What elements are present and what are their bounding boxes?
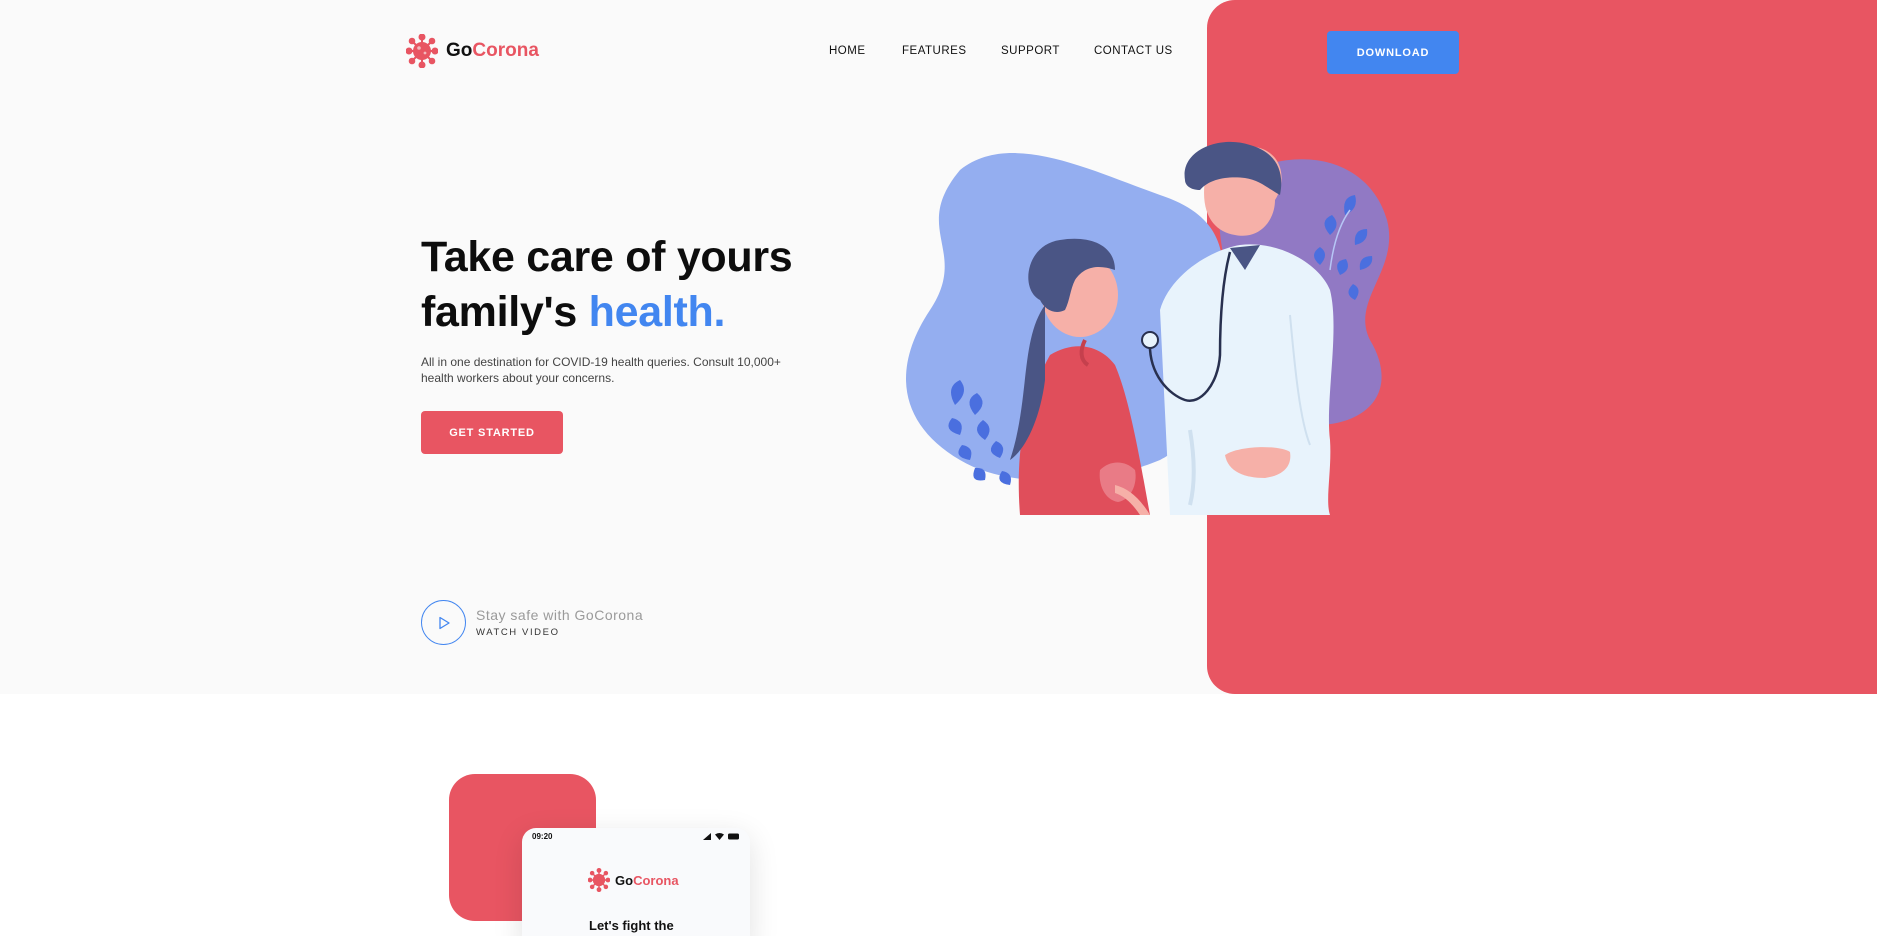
battery-icon: [728, 833, 739, 840]
brand-logo[interactable]: GoCorona: [406, 34, 539, 68]
play-icon: [438, 616, 450, 629]
play-button[interactable]: [421, 600, 466, 645]
virus-logo-icon: [588, 868, 610, 892]
get-started-button[interactable]: GET STARTED: [421, 411, 563, 454]
headline-line-1: Take care of yours: [421, 233, 793, 281]
headline-highlight: health.: [588, 288, 726, 336]
nav-features[interactable]: FEATURES: [902, 45, 967, 57]
phone-brand-name: GoCorona: [615, 872, 679, 888]
headline-line-2: family's: [421, 288, 589, 336]
doctor-patient-illustration: [906, 141, 1390, 515]
phone-heading: Let's fight the: [589, 918, 674, 933]
hero-section: GoCorona HOME FEATURES SUPPORT CONTACT U…: [0, 0, 1877, 694]
phone-status-bar: [703, 833, 740, 840]
signal-icon: [703, 833, 711, 840]
nav-support[interactable]: SUPPORT: [1001, 45, 1060, 57]
nav-contact-us[interactable]: CONTACT US: [1094, 45, 1173, 57]
hero-headline: Take care of yours family's health.: [421, 230, 793, 340]
virus-logo-icon: [406, 34, 438, 68]
phone-mockup: 09:20 GoCorona Let's fight the: [522, 828, 750, 936]
hero-subtext: All in one destination for COVID-19 heal…: [421, 355, 781, 385]
phone-time: 09:20: [532, 832, 553, 841]
watch-video[interactable]: Stay safe with GoCorona WATCH VIDEO: [421, 600, 643, 645]
video-subtitle: WATCH VIDEO: [476, 627, 560, 638]
download-button[interactable]: DOWNLOAD: [1327, 31, 1459, 74]
phone-brand-logo: GoCorona: [588, 868, 679, 892]
wifi-icon: [715, 833, 724, 840]
video-title: Stay safe with GoCorona: [476, 607, 644, 623]
nav-home[interactable]: HOME: [829, 45, 866, 57]
brand-name: GoCorona: [446, 40, 539, 61]
